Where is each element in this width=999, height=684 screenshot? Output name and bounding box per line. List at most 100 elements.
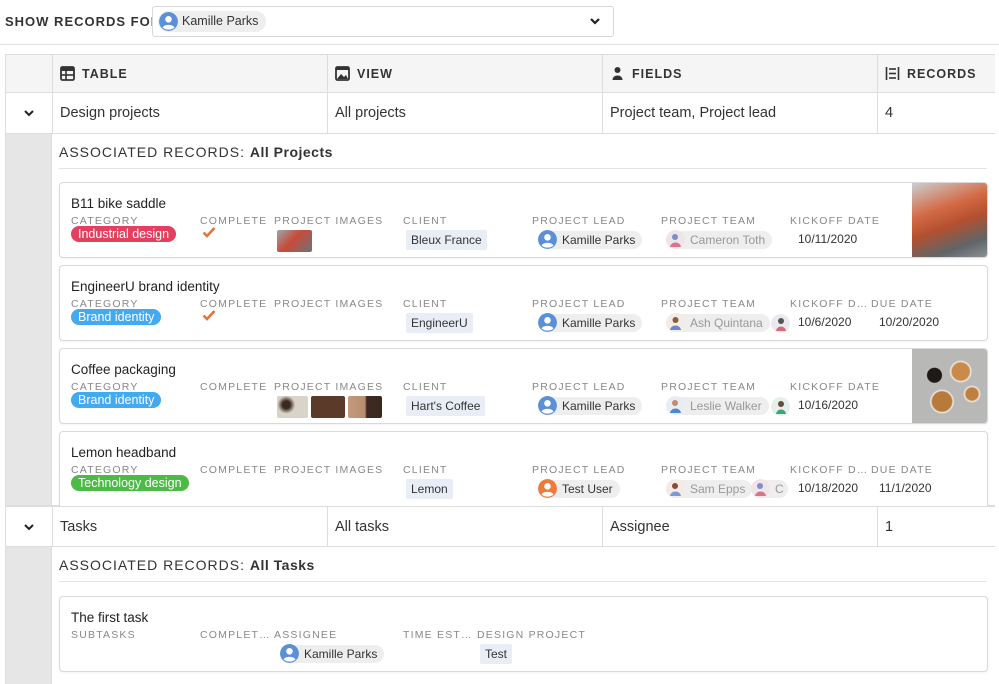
user-name: Sam Epps [690, 482, 746, 496]
due-date: 11/1/2020 [879, 481, 932, 495]
user-name: Kamille Parks [562, 399, 636, 413]
category-badge: Brand identity [71, 392, 162, 408]
field-label: DESIGN PROJECT [477, 629, 586, 641]
show-records-label: SHOW RECORDS FOR: [5, 14, 167, 29]
project-team-chip: Ash Quintana [666, 313, 770, 332]
table-row[interactable]: Tasks All tasks Assignee 1 [6, 506, 995, 547]
view-name: All tasks [327, 507, 602, 547]
table-name: Design projects [52, 93, 327, 133]
person-icon [612, 67, 623, 80]
assignee-chip: Kamille Parks [280, 644, 385, 663]
checkmark-icon [202, 310, 216, 321]
assoc-prefix: ASSOCIATED RECORDS: [59, 144, 250, 160]
field-label: PROJECT IMAGES [274, 464, 384, 476]
view-name: All projects [327, 93, 602, 133]
cover-image[interactable] [912, 349, 987, 423]
assoc-view-name: All Projects [249, 144, 333, 160]
column-header-records: RECORDS [877, 55, 995, 93]
team-avatar-icon [771, 314, 790, 333]
project-team-chip: Leslie Walker [666, 396, 769, 415]
kickoff-date: 10/16/2020 [798, 398, 859, 412]
record-card[interactable]: EngineerU brand identity CATEGORY Brand … [59, 265, 988, 341]
user-name: Kamille Parks [562, 316, 636, 330]
project-team-chip: Cameron Toth [666, 230, 773, 249]
field-label: PROJECT TEAM [661, 215, 757, 227]
field-label: COMPLETE [200, 381, 268, 393]
kickoff-date: 10/18/2020 [798, 481, 859, 495]
collapse-toggle[interactable] [6, 507, 51, 547]
record-card[interactable]: B11 bike saddle CATEGORY Industrial desi… [59, 182, 988, 258]
selected-user-chip: Kamille Parks [158, 11, 267, 32]
project-image-thumbnail[interactable] [277, 230, 312, 252]
category-badge: Brand identity [71, 309, 162, 325]
due-date: 10/20/2020 [879, 315, 940, 329]
user-select-dropdown[interactable]: Kamille Parks [152, 6, 614, 37]
records-icon [885, 67, 900, 80]
client-chip: EngineerU [406, 313, 473, 333]
record-title: Lemon headband [71, 445, 177, 460]
field-label: TIME EST… [403, 629, 473, 641]
record-card[interactable]: The first task SUBTASKS COMPLET… ASSIGNE… [59, 596, 988, 672]
project-lead-chip: Kamille Parks [538, 313, 643, 332]
field-label: PROJECT LEAD [532, 298, 626, 310]
project-team-chip: C [751, 479, 788, 498]
collapse-toggle[interactable] [6, 93, 51, 133]
field-label: SUBTASKS [71, 629, 136, 641]
kickoff-date: 10/11/2020 [798, 232, 858, 246]
table-icon [60, 66, 75, 81]
column-label: RECORDS [907, 67, 977, 81]
divider [0, 44, 999, 45]
field-label: KICKOFF DATE [790, 381, 881, 393]
field-label: PROJECT IMAGES [274, 381, 384, 393]
user-name: Kamille Parks [304, 647, 378, 661]
design-project-chip: Test [480, 644, 513, 664]
row-gutter [6, 134, 52, 505]
column-label: FIELDS [632, 67, 683, 81]
user-avatar-icon [280, 644, 299, 663]
record-title: The first task [71, 610, 149, 625]
kickoff-date: 10/6/2020 [798, 315, 852, 329]
field-label: ASSIGNEE [274, 629, 338, 641]
project-image-thumbnail[interactable] [348, 396, 382, 418]
user-name: C [775, 482, 784, 496]
records-count: 4 [877, 93, 995, 133]
project-lead-chip: Kamille Parks [538, 396, 643, 415]
record-card[interactable]: Coffee packaging CATEGORY Brand identity… [59, 348, 988, 424]
chevron-down-icon[interactable] [23, 522, 35, 532]
team-avatar-icon [751, 479, 770, 498]
category-badge: Industrial design [71, 226, 177, 242]
top-bar: SHOW RECORDS FOR: Kamille Parks [0, 0, 999, 44]
project-lead-chip: Kamille Parks [538, 230, 643, 249]
divider [59, 581, 987, 582]
field-label: PROJECT TEAM [661, 464, 757, 476]
client-chip: Hart's Coffee [406, 396, 486, 416]
field-label: CLIENT [403, 381, 448, 393]
team-avatar-icon [666, 479, 685, 498]
field-label: PROJECT TEAM [661, 381, 757, 393]
chevron-down-icon[interactable] [23, 108, 35, 118]
field-label: PROJECT LEAD [532, 215, 626, 227]
field-label: PROJECT LEAD [532, 464, 626, 476]
user-name: Cameron Toth [690, 233, 766, 247]
field-label: DUE DATE [871, 298, 933, 310]
field-label: DUE DATE [871, 464, 933, 476]
project-image-thumbnail[interactable] [277, 396, 308, 418]
chevron-down-icon[interactable] [589, 15, 601, 27]
project-image-thumbnail[interactable] [311, 396, 345, 418]
user-name: Ash Quintana [690, 316, 763, 330]
field-label: COMPLET… [200, 629, 271, 641]
user-name: Leslie Walker [690, 399, 762, 413]
selected-user-name: Kamille Parks [182, 14, 259, 28]
user-name: Test User [562, 482, 613, 496]
user-avatar-icon [159, 12, 178, 31]
cover-image[interactable] [912, 183, 987, 257]
client-chip: Bleux France [406, 230, 487, 250]
table-row[interactable]: Design projects All projects Project tea… [6, 93, 995, 134]
user-avatar-icon [538, 396, 557, 415]
associated-records-projects: ASSOCIATED RECORDS: All Projects B11 bik… [6, 134, 995, 506]
team-avatar-icon [666, 230, 685, 249]
record-card[interactable]: Lemon headband CATEGORY Technology desig… [59, 431, 988, 506]
divider [59, 168, 987, 169]
record-title: Coffee packaging [71, 362, 176, 377]
field-label: PROJECT LEAD [532, 381, 626, 393]
